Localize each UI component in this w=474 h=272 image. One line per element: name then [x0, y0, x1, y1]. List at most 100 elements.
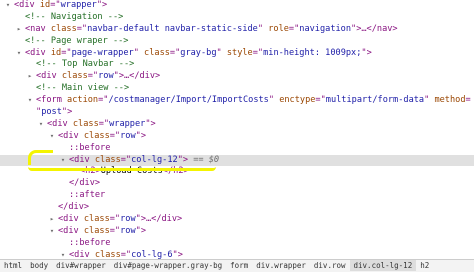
tag-token: =" — [169, 47, 181, 58]
dom-node-row[interactable]: <!-- Page wraper --> — [0, 36, 474, 48]
dom-tree: ▾ <div id="wrapper"> <!-- Navigation --> ▸ <… — [0, 0, 474, 262]
dom-node-row[interactable]: ▾ <form action="/costmanager/Import/Impor… — [0, 95, 474, 107]
breadcrumb-item[interactable]: div.row — [310, 260, 350, 271]
dom-node-row[interactable]: ::before — [0, 238, 474, 250]
tag-token: <div — [14, 0, 40, 10]
attribute-name: action — [67, 95, 99, 106]
tag-token: ">…</div> — [113, 71, 161, 82]
tag-token: <div — [25, 47, 51, 58]
tag-token: "> — [361, 47, 372, 58]
tag-token: =" — [98, 118, 110, 129]
tag-token: </div> — [58, 202, 90, 213]
breadcrumb: html body div#wrapper div#page-wrapper.gray… — [0, 259, 474, 272]
attribute-name: class — [83, 130, 110, 141]
dom-node-row[interactable]: ▾ <div class="row"> — [0, 131, 474, 143]
tag-token: "> — [145, 118, 156, 129]
dom-node-row[interactable]: ▸ <nav class="navbar-default navbar-stati… — [0, 24, 474, 36]
attribute-value: gray-bg — [180, 47, 217, 58]
console-reference: == $0 — [188, 154, 220, 165]
attribute-name: class — [61, 71, 88, 82]
tag-token: = — [465, 95, 471, 106]
tag-token: " — [257, 23, 269, 34]
expand-triangle-open-icon[interactable]: ▾ — [26, 95, 34, 107]
attribute-value: col-lg-12 — [131, 154, 178, 165]
dom-node-row-selected[interactable]: ▾ <div class="col-lg-12"> == $0 — [0, 154, 474, 167]
comment-text: <!-- Main view --> — [36, 83, 130, 94]
tag-token: "> — [177, 154, 189, 165]
tag-token: =" — [315, 95, 326, 106]
dom-node-markup: <div class="row"> — [58, 131, 146, 143]
tag-token: ">…</div> — [135, 214, 183, 225]
dom-node-row[interactable]: ::before — [0, 143, 474, 155]
breadcrumb-item[interactable]: h2 — [416, 260, 433, 271]
breadcrumb-item[interactable]: div.col-lg-12 — [349, 260, 417, 271]
tag-token: "> — [96, 0, 108, 10]
dom-node-markup: <div id="page-wrapper" class="gray-bg" s… — [25, 48, 372, 60]
expand-triangle-closed-icon[interactable]: ▸ — [26, 71, 34, 83]
breadcrumb-item[interactable]: div.wrapper — [252, 260, 310, 271]
dom-node-row[interactable]: ::after — [0, 190, 474, 202]
comment-text: <!-- Top Navbar --> — [36, 59, 135, 70]
breadcrumb-item[interactable]: html — [0, 260, 26, 271]
dom-node-markup: <div class="row">…</div> — [58, 214, 182, 226]
tag-token: <div — [58, 225, 84, 236]
dom-node-row[interactable]: </div> — [0, 202, 474, 214]
dom-node-row[interactable]: <!-- Main view --> — [0, 83, 474, 95]
dom-node-row[interactable]: <!-- Top Navbar --> — [0, 59, 474, 71]
expand-triangle-closed-icon[interactable]: ▸ — [15, 24, 23, 36]
attribute-value: multipart/form-data — [325, 95, 425, 106]
tag-token: <div — [58, 214, 84, 225]
breadcrumb-item[interactable]: div#wrapper — [52, 260, 110, 271]
dom-node-row[interactable]: "post"> — [0, 107, 474, 119]
tag-token: </h2> — [162, 166, 189, 177]
tag-token: " — [133, 47, 145, 58]
devtools-elements-panel: ▾ <div id="wrapper"> <!-- Navigation --> ▸ <… — [0, 0, 474, 272]
expand-triangle-open-icon[interactable]: ▾ — [48, 226, 56, 238]
dom-node-row[interactable]: ▾ <div id="wrapper"> — [0, 0, 474, 12]
comment-text: <!-- Navigation --> — [25, 11, 124, 22]
attribute-value: min-height: 1009px; — [263, 47, 362, 58]
dom-node-markup: <div id="wrapper"> — [14, 0, 107, 12]
dom-node-row[interactable]: ▸ <div class="row">…</div> — [0, 214, 474, 226]
expand-triangle-open-icon[interactable]: ▾ — [59, 155, 67, 167]
expand-triangle-closed-icon[interactable]: ▸ — [48, 214, 56, 226]
dom-node-markup: ::before — [69, 143, 110, 155]
expand-triangle-open-icon[interactable]: ▾ — [37, 119, 45, 131]
breadcrumb-item[interactable]: form — [226, 260, 252, 271]
attribute-value: navbar-default navbar-static-side — [87, 23, 258, 34]
dom-node-row[interactable]: <!-- Navigation --> — [0, 12, 474, 24]
dom-node-row[interactable]: ▾ <div class="wrapper"> — [0, 119, 474, 131]
tag-token: <div — [47, 118, 73, 129]
expand-triangle-open-icon[interactable]: ▾ — [48, 131, 56, 143]
dom-node-markup: <!-- Top Navbar --> — [36, 59, 134, 71]
dom-node-markup: <form action="/costmanager/Import/Import… — [36, 95, 471, 107]
breadcrumb-item[interactable]: div#page-wrapper.gray-bg — [110, 260, 226, 271]
dom-node-markup: </div> — [69, 178, 100, 190]
tag-token: =" — [61, 47, 72, 58]
attribute-value: post — [41, 107, 62, 118]
dom-node-row[interactable]: ▾ <div class="row"> — [0, 226, 474, 238]
attribute-name: id — [39, 0, 51, 10]
dom-node-row[interactable]: </div> — [0, 178, 474, 190]
comment-text: <!-- Page wraper --> — [25, 35, 129, 46]
attribute-value: navigation — [299, 23, 352, 34]
tag-token: "> — [61, 107, 73, 118]
dom-node-markup: "post"> — [36, 107, 72, 119]
attribute-name: class — [72, 118, 99, 129]
attribute-value: row — [120, 130, 136, 141]
dom-node-row[interactable]: ▾ <div id="page-wrapper" class="gray-bg" … — [0, 48, 474, 60]
tag-token: <nav — [25, 23, 51, 34]
breadcrumb-item[interactable]: body — [26, 260, 52, 271]
tag-token: <h2> — [80, 166, 101, 177]
dom-node-markup: <div class="row">…</div> — [36, 71, 160, 83]
tag-token: =" — [109, 225, 121, 236]
attribute-name: class — [94, 154, 121, 165]
dom-node-row[interactable]: <h2>Upload Costs</h2> — [0, 166, 474, 178]
dom-node-markup: ::before — [69, 238, 110, 250]
dom-node-row[interactable]: ▸ <div class="row">…</div> — [0, 71, 474, 83]
attribute-name: class — [144, 47, 170, 58]
expand-triangle-open-icon[interactable]: ▾ — [15, 48, 23, 60]
tag-token: "> — [135, 130, 146, 141]
tag-token: =" — [76, 23, 88, 34]
expand-triangle-open-icon[interactable]: ▾ — [4, 0, 12, 12]
